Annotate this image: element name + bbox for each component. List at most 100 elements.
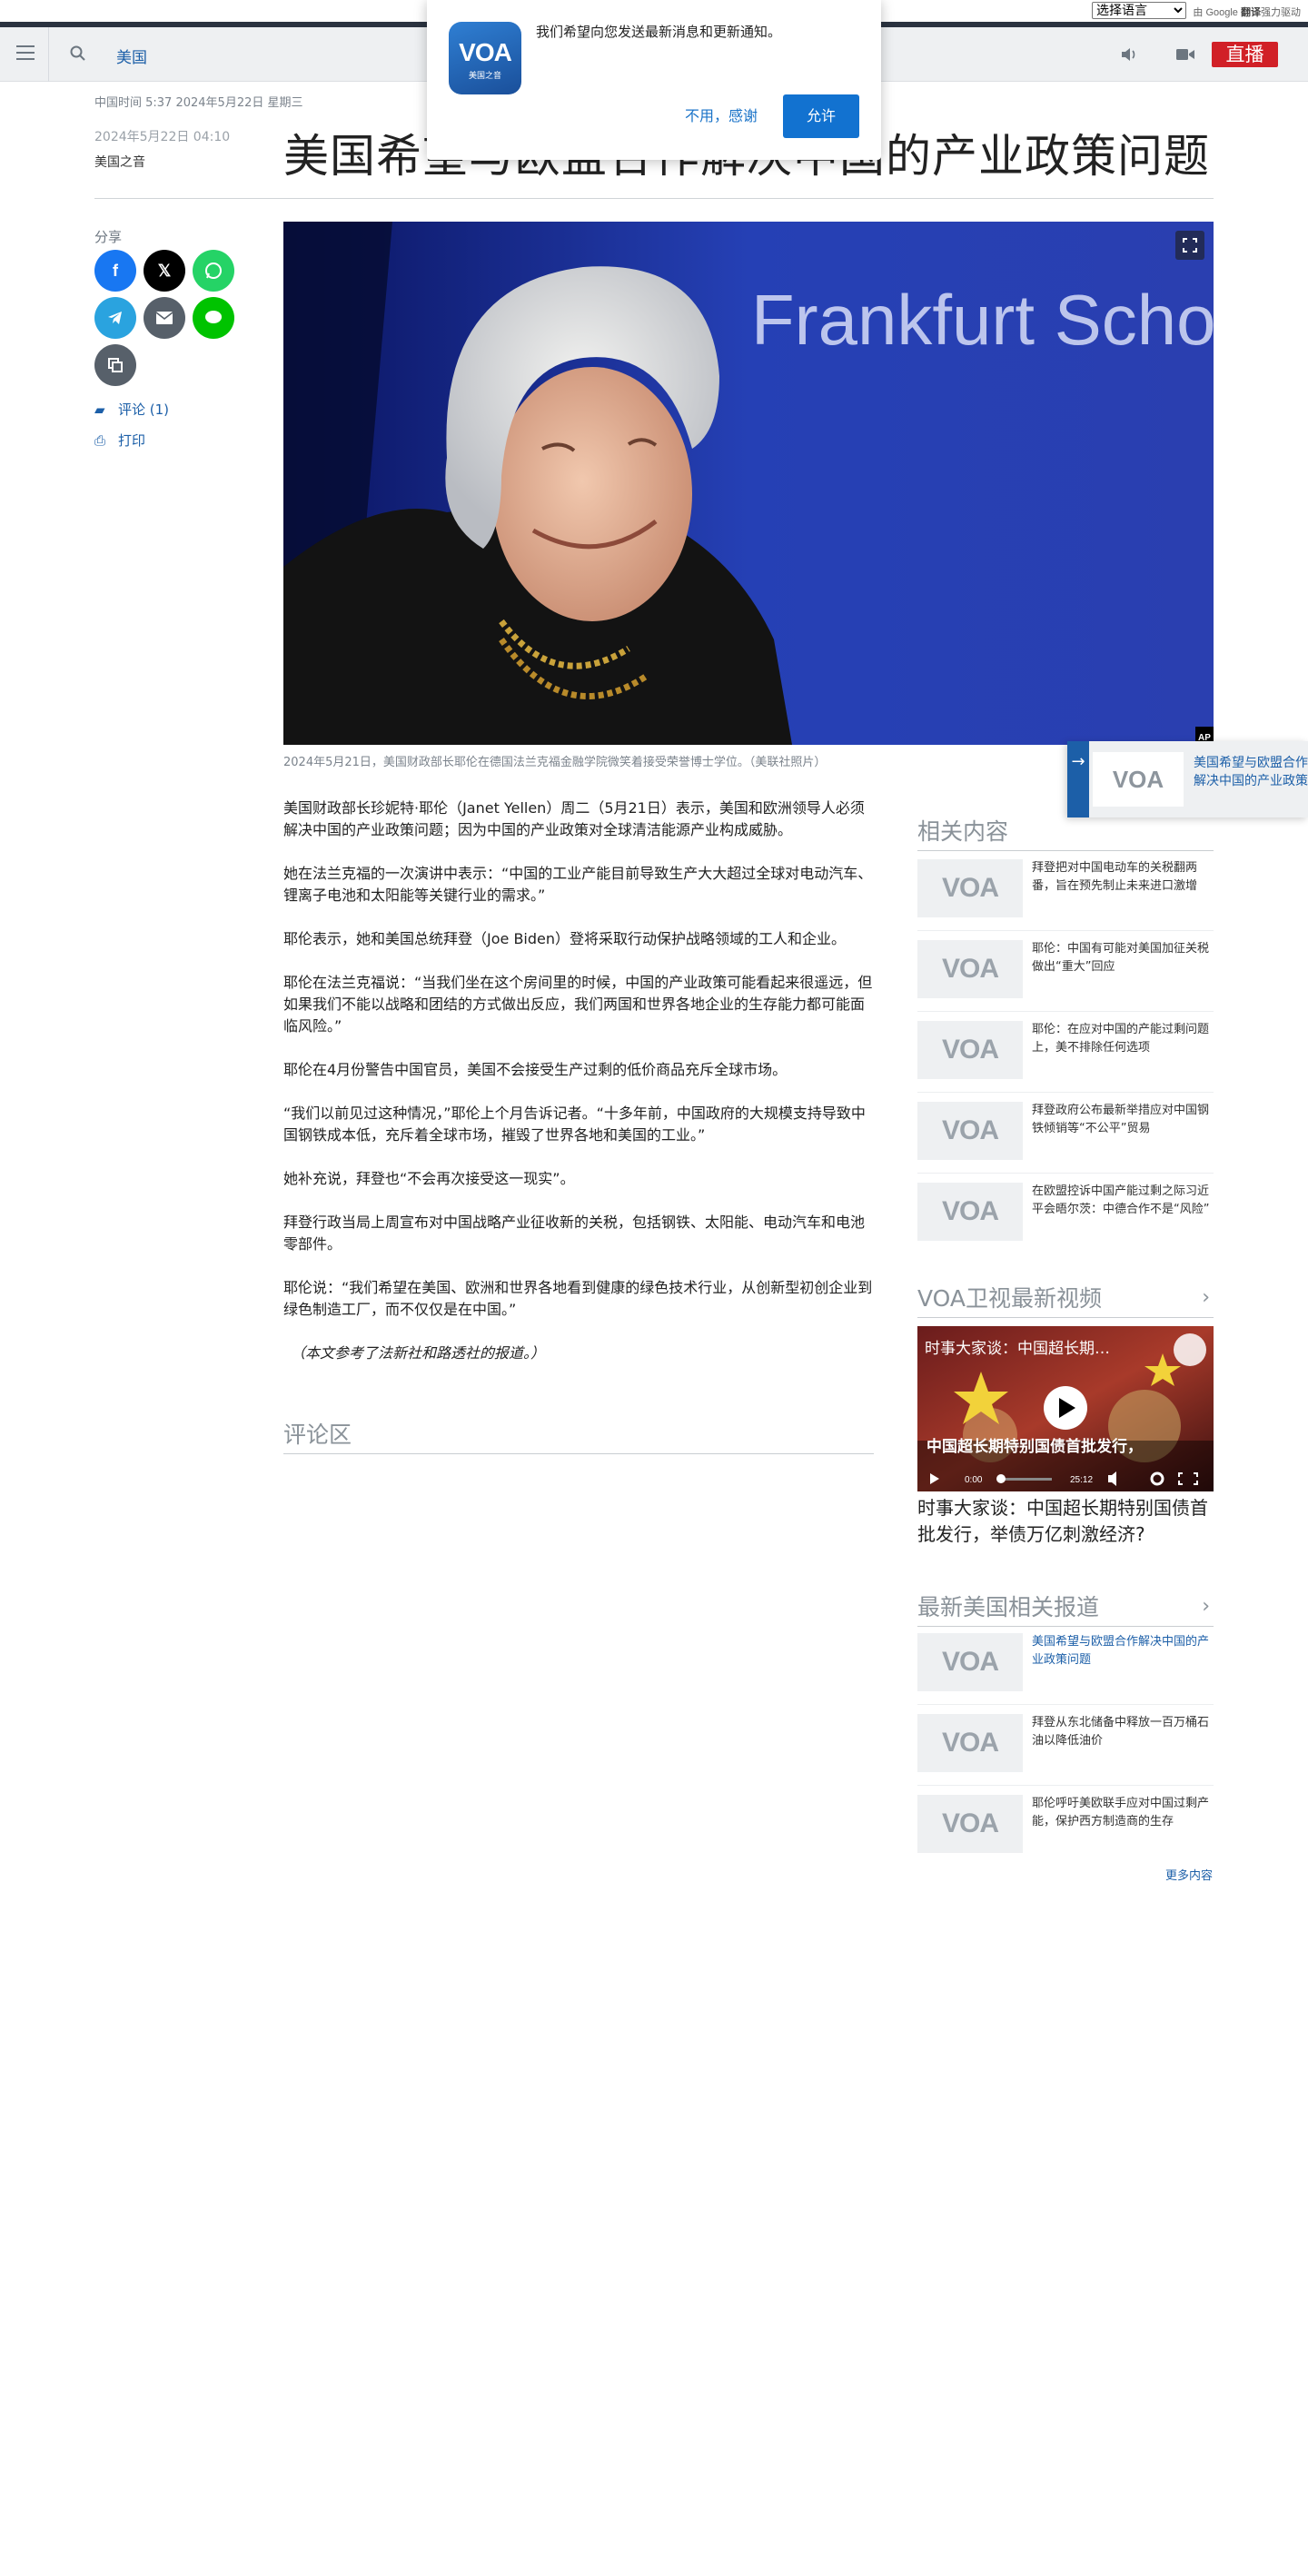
video-overlay-title: 时事大家谈：中国超长期… <box>925 1340 1110 1358</box>
related-title[interactable]: 耶伦：中国有可能对美国加征关税做出“重大”回应 <box>1032 940 1214 976</box>
chevron-right-icon: › <box>1202 1595 1210 1618</box>
frankfurt-school-sign: Frankfurt School <box>751 280 1214 360</box>
related-item[interactable]: VOA 拜登把对中国电动车的关税翻两番，旨在预先制止未来进口激增 <box>917 859 1214 925</box>
facebook-icon: f <box>113 262 118 280</box>
decline-button[interactable]: 不用，感谢 <box>672 94 770 138</box>
nav-item-usa[interactable]: 美国 <box>116 45 147 67</box>
article-body: 美国财政部长珍妮特·耶伦（Janet Yellen）周二（5月21日）表示，美国… <box>283 798 874 1386</box>
paragraph: “我们以前见过这种情况，”耶伦上个月告诉记者。“十多年前，中国政府的大规模支持导… <box>283 1105 866 1144</box>
video-heading[interactable]: VOA卫视最新视频 › <box>917 1281 1214 1318</box>
article-author[interactable]: 美国之音 <box>94 153 145 171</box>
floating-title[interactable]: 美国希望与欧盟合作解决中国的产业政策问题 <box>1194 754 1308 792</box>
chevron-right-icon: › <box>1202 1286 1210 1309</box>
x-share-button[interactable]: 𝕏 <box>144 250 185 292</box>
comment-icon: ▰ <box>94 401 105 418</box>
related-item[interactable]: VOA 耶伦：中国有可能对美国加征关税做出“重大”回应 <box>917 940 1214 1006</box>
share-label: 分享 <box>94 229 123 245</box>
email-icon <box>155 312 173 324</box>
voa-app-logo: VOA 美国之音 <box>449 22 521 94</box>
paragraph: 耶伦在法兰克福说：“当我们坐在这个房间里的时候，中国的产业政策可能看起来很遥远，… <box>283 974 873 1035</box>
source-note: （本文参考了法新社和路透社的报道。） <box>291 1344 546 1362</box>
item-divider <box>917 1173 1214 1174</box>
expand-arrow-icon[interactable]: → <box>1067 741 1089 817</box>
latest-heading[interactable]: 最新美国相关报道 › <box>917 1590 1214 1627</box>
article-hero-image: Frankfurt School AP <box>283 222 1214 745</box>
menu-icon[interactable] <box>16 45 35 62</box>
floating-thumbnail: VOA <box>1093 752 1184 807</box>
related-item[interactable]: VOA 耶伦：在应对中国的产能过剩问题上，美不排除任何选项 <box>917 1021 1214 1086</box>
paragraph: 耶伦在4月份警告中国官员，美国不会接受生产过剩的低价商品充斥全球市场。 <box>283 1061 788 1078</box>
copy-link-button[interactable] <box>94 344 136 386</box>
paragraph: 她补充说，拜登也“不会再次接受这一现实”。 <box>283 1170 575 1187</box>
related-title[interactable]: 在欧盟控诉中国产能过剩之际习近平会晤尔茨：中德合作不是“风险” <box>1032 1183 1214 1219</box>
latest-title[interactable]: 拜登从东北储备中释放一百万桶石油以降低油价 <box>1032 1714 1214 1750</box>
item-divider <box>917 1011 1214 1012</box>
floating-player[interactable]: → VOA 美国希望与欧盟合作解决中国的产业政策问题 <box>1067 741 1308 817</box>
item-divider <box>917 930 1214 931</box>
facebook-share-button[interactable]: f <box>94 250 136 292</box>
related-title[interactable]: 耶伦：在应对中国的产能过剩问题上，美不排除任何选项 <box>1032 1021 1214 1057</box>
article-thumbnail: VOA <box>917 1021 1023 1079</box>
item-divider <box>917 1785 1214 1786</box>
latest-title[interactable]: 美国希望与欧盟合作解决中国的产业政策问题 <box>1032 1633 1214 1669</box>
paragraph: 她在法兰克福的一次演讲中表示：“中国的工业产能目前导致生产大大超过全球对电动汽车… <box>283 865 873 904</box>
video-time-total: 25:12 <box>1070 1475 1093 1485</box>
comments-link[interactable]: ▰ 评论 (1) <box>94 400 169 419</box>
print-icon: ⎙ <box>94 432 106 449</box>
latest-title[interactable]: 耶伦呼吁美欧联手应对中国过剩产能，保护西方制造商的生存 <box>1032 1795 1214 1831</box>
whatsapp-share-button[interactable] <box>193 250 234 292</box>
paragraph: 拜登行政当局上周宣布对中国战略产业征收新的关税，包括钢铁、太阳能、电动汽车和电池… <box>283 1214 866 1253</box>
translate-powered-by: 由 Google 翻译强力驱动 <box>1193 7 1301 18</box>
notification-message: 我们希望向您发送最新消息和更新通知。 <box>536 24 782 40</box>
paragraph: 美国财政部长珍妮特·耶伦（Janet Yellen）周二（5月21日）表示，美国… <box>283 799 865 838</box>
email-share-button[interactable] <box>144 297 185 339</box>
video-player[interactable]: 时事大家谈：中国超长期… 中国超长期特别国债首批发行， 0:00 25:12 <box>917 1326 1214 1491</box>
telegram-share-button[interactable] <box>94 297 136 339</box>
related-item[interactable]: VOA 在欧盟控诉中国产能过剩之际习近平会晤尔茨：中德合作不是“风险” <box>917 1183 1214 1248</box>
video-title[interactable]: 时事大家谈：中国超长期特别国债首批发行，举债万亿刺激经济? <box>917 1495 1214 1548</box>
print-link[interactable]: ⎙ 打印 <box>94 431 145 450</box>
fullscreen-icon[interactable] <box>1175 231 1204 260</box>
article-thumbnail: VOA <box>917 1633 1023 1691</box>
search-icon[interactable] <box>69 45 87 63</box>
yellen-photo: Frankfurt School AP <box>283 222 1214 745</box>
headline-divider <box>94 198 1214 199</box>
video-poster: 时事大家谈：中国超长期… 中国超长期特别国债首批发行， 0:00 25:12 <box>917 1326 1214 1491</box>
related-title[interactable]: 拜登政府公布最新举措应对中国钢铁倾销等“不公平”贸易 <box>1032 1102 1214 1138</box>
latest-item[interactable]: VOA 拜登从东北储备中释放一百万桶石油以降低油价 <box>917 1714 1214 1779</box>
related-heading: 相关内容 <box>917 814 1214 851</box>
whatsapp-icon <box>205 263 222 279</box>
paragraph: 耶伦说：“我们希望在美国、欧洲和世界各地看到健康的绿色技术行业，从创新型初创企业… <box>283 1279 873 1318</box>
item-divider <box>917 1092 1214 1093</box>
current-time: 中国时间 5:37 2024年5月22日 星期三 <box>94 96 303 110</box>
latest-item[interactable]: VOA 美国希望与欧盟合作解决中国的产业政策问题 <box>917 1633 1214 1699</box>
article-thumbnail: VOA <box>917 1714 1023 1772</box>
publish-date: 2024年5月22日 04:10 <box>94 130 231 144</box>
language-select[interactable]: 选择语言 <box>1092 2 1186 19</box>
related-title[interactable]: 拜登把对中国电动车的关税翻两番，旨在预先制止未来进口激增 <box>1032 859 1214 896</box>
article-thumbnail: VOA <box>917 940 1023 998</box>
audio-icon[interactable] <box>1119 45 1139 64</box>
video-scrubber[interactable] <box>996 1474 1006 1483</box>
live-button[interactable]: 直播 <box>1212 42 1278 67</box>
line-icon <box>205 311 222 323</box>
header-divider <box>48 27 49 82</box>
video-time-current: 0:00 <box>965 1475 983 1485</box>
notification-prompt: VOA 美国之音 我们希望向您发送最新消息和更新通知。 不用，感谢 允许 <box>427 0 881 160</box>
article-thumbnail: VOA <box>917 1102 1023 1160</box>
line-share-button[interactable] <box>193 297 234 339</box>
latest-item[interactable]: VOA 耶伦呼吁美欧联手应对中国过剩产能，保护西方制造商的生存 <box>917 1795 1214 1860</box>
article-thumbnail: VOA <box>917 1795 1023 1853</box>
more-content-link[interactable]: 更多内容 <box>1165 1866 1213 1883</box>
video-banner-text: 中国超长期特别国债首批发行， <box>926 1437 1143 1456</box>
article-thumbnail: VOA <box>917 1183 1023 1241</box>
channel-badge <box>1174 1333 1206 1366</box>
image-caption: 2024年5月21日，美国财政部长耶伦在德国法兰克福金融学院微笑着接受荣誉博士学… <box>283 756 827 769</box>
video-icon[interactable] <box>1175 46 1195 63</box>
comments-heading: 评论区 <box>283 1417 874 1454</box>
allow-button[interactable]: 允许 <box>783 94 859 138</box>
related-item[interactable]: VOA 拜登政府公布最新举措应对中国钢铁倾销等“不公平”贸易 <box>917 1102 1214 1167</box>
copy-icon <box>108 358 123 372</box>
article-thumbnail: VOA <box>917 859 1023 917</box>
paragraph: 耶伦表示，她和美国总统拜登（Joe Biden）登将采取行动保护战略领域的工人和… <box>283 930 847 947</box>
